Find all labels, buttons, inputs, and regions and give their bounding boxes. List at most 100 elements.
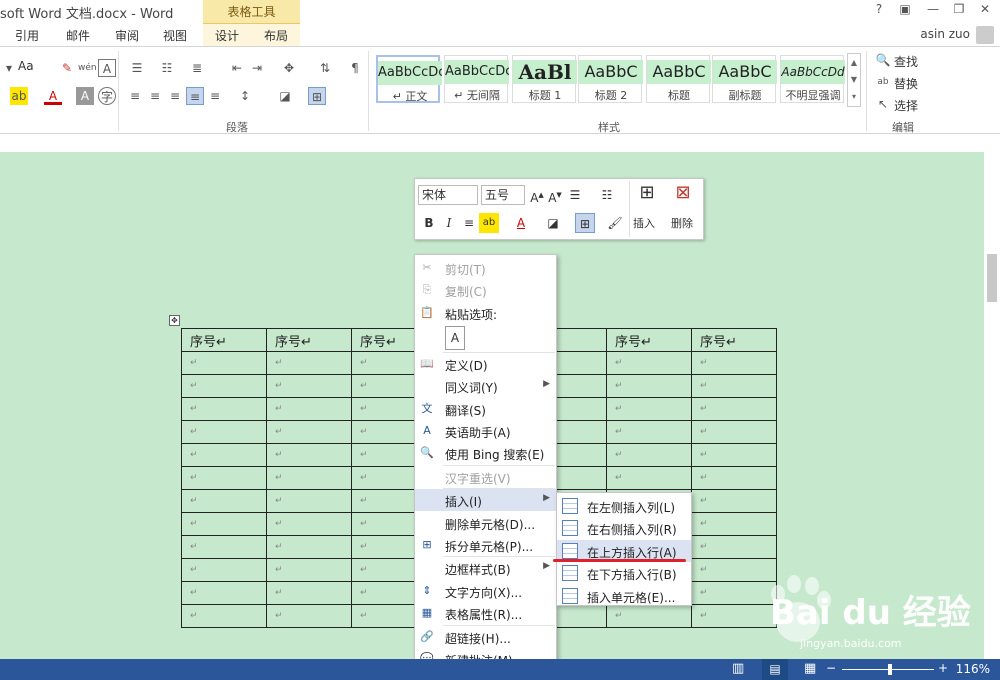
sort-icon[interactable]: ⇅	[316, 59, 334, 77]
table-cell[interactable]: ↵	[691, 374, 777, 398]
table-move-handle-icon[interactable]: ✥	[169, 315, 180, 326]
table-cell[interactable]: ↵	[266, 374, 352, 398]
delete-mini-button[interactable]: 删除	[671, 215, 693, 231]
table-cell[interactable]: ↵	[691, 443, 777, 467]
increase-indent-icon[interactable]: ⇥	[248, 59, 266, 77]
submenu-item-4[interactable]: 插入单元格(E)...	[557, 585, 691, 607]
menu-item-9[interactable]: 插入(I) ▶	[415, 489, 556, 512]
table-cell[interactable]: ↵	[691, 420, 777, 444]
phonetic-guide-icon[interactable]: wén	[78, 59, 97, 77]
decrease-indent-icon[interactable]: ⇤	[228, 59, 246, 77]
tab-review[interactable]: 审阅	[115, 27, 139, 44]
table-cell[interactable]: ↵	[181, 535, 267, 559]
menu-item-2[interactable]: 📋 粘贴选项:	[415, 302, 556, 324]
print-layout-icon[interactable]: ▤	[762, 659, 788, 680]
style-heading-1[interactable]: AaBl 标题 1	[512, 55, 577, 103]
table-cell[interactable]: ↵	[181, 558, 267, 582]
table-cell[interactable]: ↵	[181, 466, 267, 490]
user-avatar[interactable]	[976, 26, 994, 44]
style-subtitle[interactable]: AaBbC 副标题	[712, 55, 777, 103]
italic-icon[interactable]: I	[439, 213, 459, 233]
read-mode-icon[interactable]: ▥	[732, 661, 744, 676]
zoom-in-icon[interactable]: +	[938, 661, 948, 675]
menu-item-15[interactable]: 🔗 超链接(H)...	[415, 626, 556, 648]
tab-mailings[interactable]: 邮件	[66, 27, 90, 44]
numbering-mini-icon[interactable]: ☷	[597, 185, 617, 205]
table-header-cell[interactable]: 序号↵	[606, 328, 692, 352]
style-subtle-emphasis[interactable]: AaBbCcDd 不明显强调	[780, 55, 845, 103]
zoom-slider-thumb[interactable]	[888, 664, 892, 675]
table-header-cell[interactable]: 序号↵	[691, 328, 777, 352]
table-cell[interactable]: ↵	[181, 443, 267, 467]
table-cell[interactable]: ↵	[691, 397, 777, 421]
ribbon-display-icon[interactable]: ▣	[894, 2, 916, 20]
table-cell[interactable]: ↵	[266, 489, 352, 513]
char-border-icon[interactable]: A	[98, 59, 116, 77]
highlight-icon[interactable]: ab	[10, 87, 28, 105]
paste-keep-text-icon[interactable]: A	[445, 325, 465, 350]
tab-references[interactable]: 引用	[15, 27, 39, 44]
font-color-mini-icon[interactable]: A	[511, 213, 531, 233]
table-cell[interactable]: ↵	[606, 443, 692, 467]
table-header-cell[interactable]: 序号↵	[266, 328, 352, 352]
web-layout-icon[interactable]: ▦	[804, 661, 816, 676]
replace-button[interactable]: 替换	[894, 75, 918, 92]
shading-mini-icon[interactable]: ◪	[543, 213, 563, 233]
table-cell[interactable]: ↵	[181, 604, 267, 628]
borders-mini-icon[interactable]: ⊞	[575, 213, 595, 233]
table-cell[interactable]: ↵	[606, 374, 692, 398]
bold-icon[interactable]: B	[419, 213, 439, 233]
menu-item-13[interactable]: ⇕ 文字方向(X)...	[415, 580, 556, 602]
table-cell[interactable]: ↵	[691, 512, 777, 536]
table-cell[interactable]: ↵	[181, 351, 267, 375]
table-cell[interactable]: ↵	[266, 351, 352, 375]
justify-icon[interactable]: ≡	[186, 87, 204, 105]
help-button[interactable]: ?	[868, 2, 890, 20]
delete-table-icon[interactable]: ⊠	[673, 183, 693, 203]
menu-item-11[interactable]: ⊞ 拆分单元格(P)...	[415, 534, 556, 556]
menu-item-12[interactable]: 边框样式(B) ▶	[415, 557, 556, 579]
menu-item-4[interactable]: 同义词(Y) ▶	[415, 375, 556, 397]
style-heading-2[interactable]: AaBbC 标题 2	[578, 55, 643, 103]
font-name-combo[interactable]: 宋体	[418, 185, 478, 205]
tab-layout[interactable]: 布局	[264, 27, 288, 44]
table-cell[interactable]: ↵	[266, 558, 352, 582]
font-color-dropdown-icon[interactable]: ▾	[0, 59, 18, 77]
change-case-button[interactable]: Aa	[18, 59, 34, 73]
table-cell[interactable]: ↵	[266, 397, 352, 421]
tab-view[interactable]: 视图	[163, 27, 187, 44]
format-painter-icon[interactable]: 🖌	[605, 213, 625, 233]
table-cell[interactable]: ↵	[266, 604, 352, 628]
find-button[interactable]: 查找	[894, 53, 918, 70]
table-cell[interactable]: ↵	[606, 604, 692, 628]
numbering-icon[interactable]: ☷	[158, 59, 176, 77]
table-cell[interactable]: ↵	[606, 397, 692, 421]
table-cell[interactable]: ↵	[181, 420, 267, 444]
table-cell[interactable]: ↵	[266, 512, 352, 536]
table-cell[interactable]: ↵	[606, 420, 692, 444]
select-button[interactable]: 选择	[894, 97, 918, 114]
style-no-spacing[interactable]: AaBbCcDc ↵ 无间隔	[444, 55, 509, 103]
menu-item-10[interactable]: 删除单元格(D)...	[415, 512, 556, 534]
table-cell[interactable]: ↵	[606, 466, 692, 490]
shading-icon[interactable]: ◪	[276, 87, 294, 105]
table-cell[interactable]: ↵	[266, 535, 352, 559]
submenu-item-0[interactable]: 在左侧插入列(L)	[557, 495, 691, 517]
shrink-font-icon[interactable]: A▼	[545, 185, 565, 205]
tab-design[interactable]: 设计	[215, 27, 239, 44]
style-normal[interactable]: AaBbCcDc ↵ 正文	[376, 55, 442, 103]
table-cell[interactable]: ↵	[691, 535, 777, 559]
font-color-icon[interactable]: A	[44, 87, 62, 105]
multilevel-list-icon[interactable]: ≣	[188, 59, 206, 77]
table-cell[interactable]: ↵	[266, 443, 352, 467]
style-title[interactable]: AaBbC 标题	[646, 55, 711, 103]
menu-item-7[interactable]: 🔍 使用 Bing 搜索(E)	[415, 442, 556, 464]
clear-format-icon[interactable]: ✎	[58, 59, 76, 77]
table-cell[interactable]: ↵	[266, 466, 352, 490]
table-cell[interactable]: ↵	[181, 581, 267, 605]
submenu-item-1[interactable]: 在右侧插入列(R)	[557, 517, 691, 539]
menu-item-5[interactable]: 文翻译(S)	[415, 398, 556, 420]
insert-mini-button[interactable]: 插入	[633, 215, 655, 231]
bullets-mini-icon[interactable]: ☰	[565, 185, 585, 205]
user-account[interactable]: asin zuo	[920, 27, 970, 41]
